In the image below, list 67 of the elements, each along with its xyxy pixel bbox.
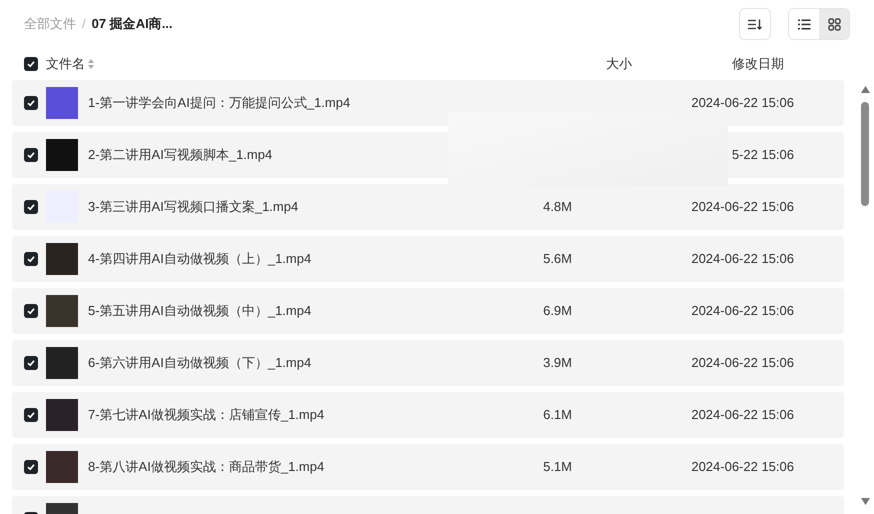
modified-date: 2024-06-22 15:06 [691,95,794,110]
column-header[interactable]: 文件名 [46,54,85,74]
scroll-thumb[interactable] [861,102,869,206]
modified-date: 5-22 15:06 [732,147,794,162]
check-icon [27,99,35,107]
checkbox[interactable] [24,460,38,474]
modified-date: 2024-06-22 15:06 [691,199,794,214]
check-icon [27,307,35,315]
file-size: 6.1M [543,407,572,422]
video-thumbnail [46,243,78,275]
checkbox[interactable] [24,57,38,71]
checkbox[interactable] [24,304,38,318]
file-row[interactable]: 7-第七讲AI做视频实战：店铺宣传_1.mp4 6.1M 2024-06-22 15:06 [12,392,844,438]
view-toggle[interactable] [819,9,849,39]
file-name: 3-第三讲用AI写视频口播文案_1.mp4 [88,198,298,216]
checkbox[interactable] [24,356,38,370]
file-row[interactable]: 3-第三讲用AI写视频口播文案_1.mp4 4.8M 2024-06-22 15:06 [12,184,844,230]
modified-date: 2024-06-22 15:06 [691,303,794,318]
file-row[interactable]: 5-第五讲用AI自动做视频（中）_1.mp4 6.9M 2024-06-22 15:06 [12,288,844,334]
file-row[interactable]: 4-第四讲用AI自动做视频（上）_1.mp4 5.6M 2024-06-22 15:06 [12,236,844,282]
modified-date: 2024-06-22 15:06 [691,407,794,422]
check-icon [27,463,35,471]
video-thumbnail [46,347,78,379]
check-icon [27,60,35,68]
file-name: 4-第四讲用AI自动做视频（上）_1.mp4 [88,250,312,268]
check-icon [27,255,35,263]
view-toggle[interactable] [789,9,819,39]
checkbox[interactable] [24,252,38,266]
column-header: 大小 [605,55,632,74]
check-icon [27,411,35,419]
checkbox[interactable] [24,408,38,422]
checkbox[interactable] [24,200,38,214]
breadcrumb-separator: / [82,15,86,34]
file-size: 5.1M [543,459,572,474]
video-thumbnail [46,451,78,483]
file-row[interactable]: 6-第六讲用AI自动做视频（下）_1.mp4 3.9M 2024-06-22 15:06 [12,340,844,386]
sort-button[interactable] [739,8,771,40]
video-thumbnail [46,295,78,327]
check-icon [27,359,35,367]
file-name: 1-第一讲学会向AI提问：万能提问公式_1.mp4 [88,94,350,112]
file-name: 8-第八讲AI做视频实战：商品带货_1.mp4 [88,458,324,476]
check-icon [27,151,35,159]
file-row[interactable]: 8-第八讲AI做视频实战：商品带货_1.mp4 5.1M 2024-06-22 15:06 [12,444,844,490]
file-size: 5.6M [543,251,572,266]
current-folder: 07 掘金AI商... [92,15,173,34]
checkbox[interactable] [24,148,38,162]
check-icon [27,203,35,211]
checkbox[interactable] [24,96,38,110]
grid-icon [828,18,840,30]
file-size: 4.8M [543,199,572,214]
file-name: 6-第六讲用AI自动做视频（下）_1.mp4 [88,354,312,372]
video-thumbnail [46,139,78,171]
scroll-down-icon[interactable] [861,498,870,505]
modified-date: 2024-06-22 15:06 [691,459,794,474]
file-size: 3.9M [543,355,572,370]
list-icon [798,18,810,30]
column-header: 修改日期 [732,55,785,74]
modified-date: 2024-06-22 15:06 [691,355,794,370]
scroll-up-icon[interactable] [861,86,870,93]
file-name: 7-第七讲AI做视频实战：店铺宣传_1.mp4 [88,406,324,424]
sort-icon [748,18,762,30]
file-size: 6.9M [543,303,572,318]
file-name: 5-第五讲用AI自动做视频（中）_1.mp4 [88,302,312,320]
modified-date: 2024-06-22 15:06 [691,251,794,266]
video-thumbnail [46,87,78,119]
file-name: 2-第二讲用AI写视频脚本_1.mp4 [88,146,272,164]
video-thumbnail [46,399,78,431]
